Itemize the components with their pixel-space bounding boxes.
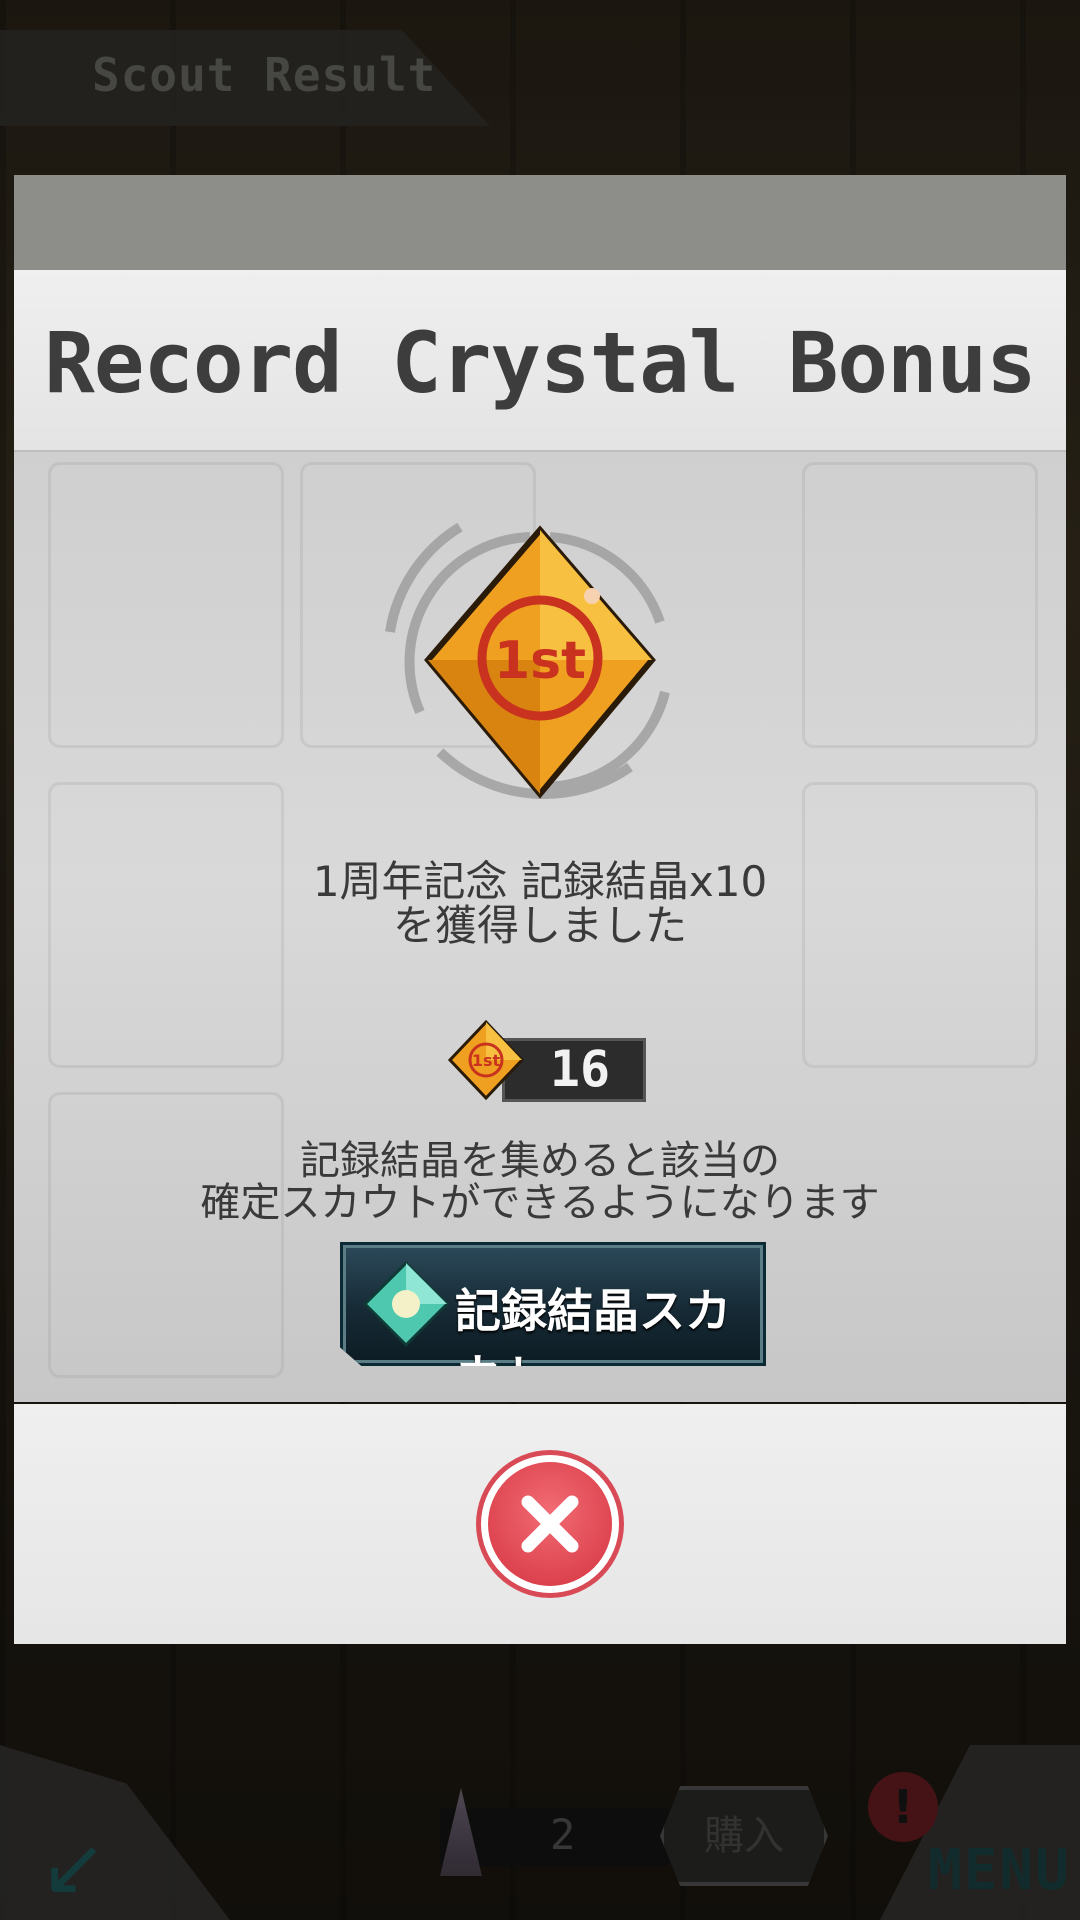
ghost-card	[48, 1092, 284, 1378]
dialog-title: Record Crystal Bonus	[44, 314, 1036, 412]
reward-line-1: 1周年記念 記録結晶x10	[312, 857, 768, 906]
reward-line-2: を獲得しました	[392, 901, 687, 950]
record-crystal-icon: 1st	[360, 482, 720, 842]
info-line-2: 確定スカウトができるようになります	[200, 1180, 880, 1226]
close-button[interactable]	[476, 1450, 624, 1598]
dialog-title-bar: Record Crystal Bonus	[14, 270, 1066, 453]
record-crystal-scout-button[interactable]: 記録結晶スカウト	[340, 1242, 766, 1366]
ghost-card	[48, 462, 284, 748]
info-message: 記録結晶を集めると該当の 確定スカウトができるようになります	[14, 1140, 1066, 1224]
close-button-face	[488, 1462, 612, 1586]
info-line-1: 記録結晶を集めると該当の	[300, 1138, 780, 1184]
record-crystal-bonus-dialog: Record Crystal Bonus 1st 1周年記念 記録結晶x10 を…	[14, 270, 1066, 1644]
reward-message: 1周年記念 記録結晶x10 を獲得しました	[14, 860, 1066, 948]
close-icon	[521, 1495, 579, 1553]
teal-crystal-icon	[361, 1259, 451, 1349]
crystal-count: 16	[549, 1040, 611, 1098]
ghost-card	[802, 462, 1038, 748]
crystal-badge-text: 1st	[494, 631, 586, 691]
small-crystal-icon: 1st	[446, 1019, 526, 1101]
svg-text:1st: 1st	[472, 1051, 501, 1070]
dialog-body: 1st 1周年記念 記録結晶x10 を獲得しました 1st 16 記録結晶を集め…	[14, 452, 1066, 1402]
